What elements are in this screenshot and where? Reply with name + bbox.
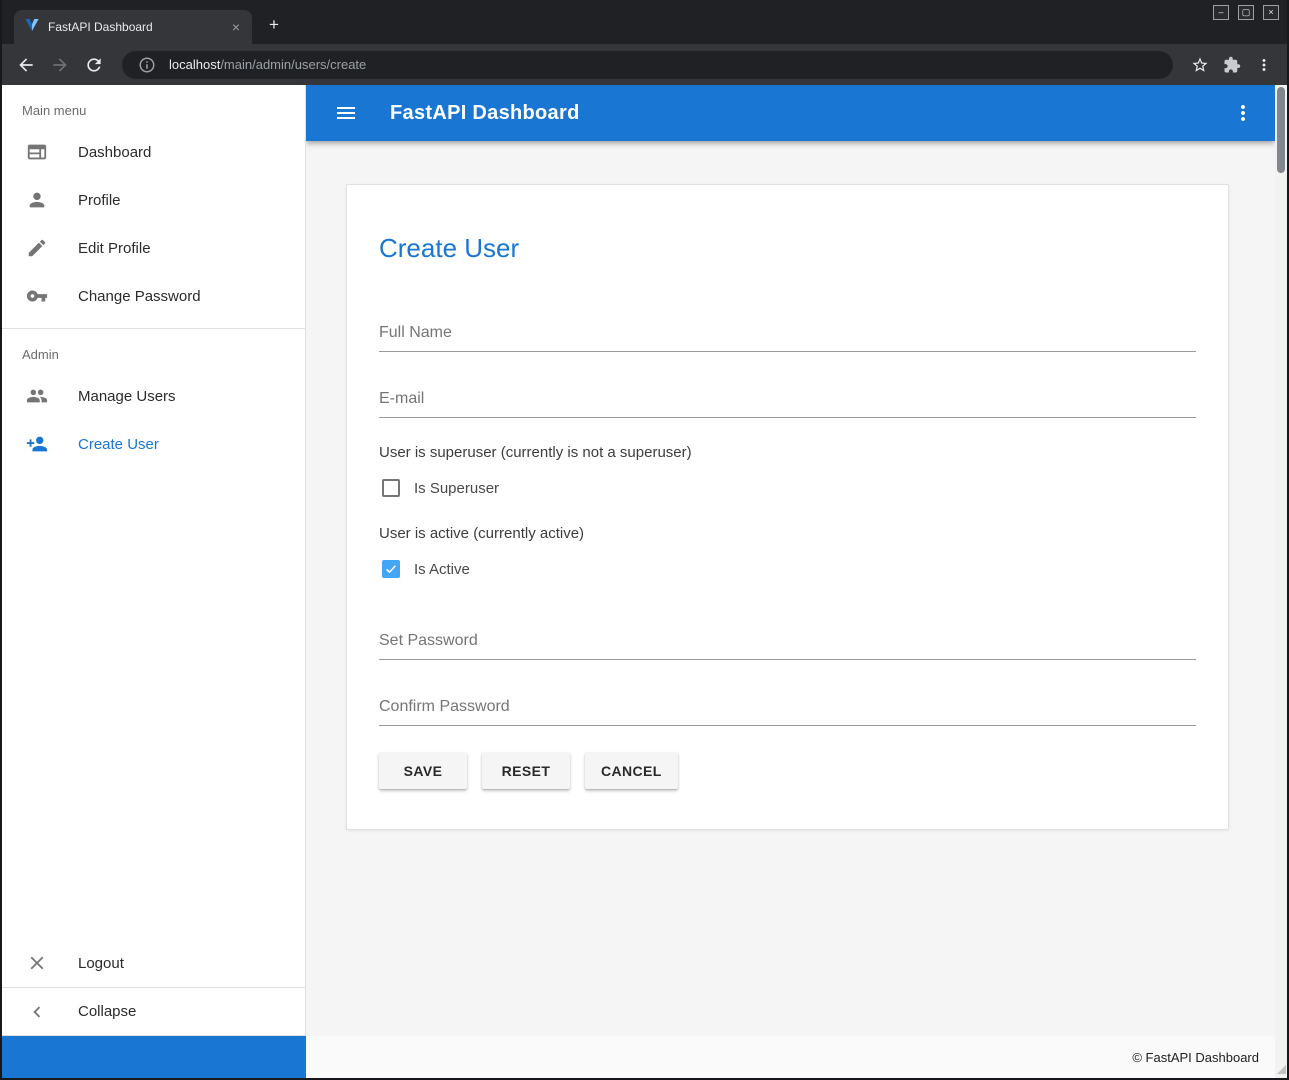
cancel-button[interactable]: CANCEL xyxy=(585,752,678,789)
app-viewport: © FastAPI Dashboard Main menu Dashboard … xyxy=(2,85,1287,1078)
footer-inner: © FastAPI Dashboard xyxy=(306,1036,1275,1078)
page-scrollbar[interactable] xyxy=(1275,85,1287,1078)
forward-button[interactable] xyxy=(46,51,74,79)
window-close-button[interactable]: × xyxy=(1263,5,1279,20)
sidebar: Main menu Dashboard Profile Edit Profile xyxy=(2,85,306,1036)
active-hint: User is active (currently active) xyxy=(379,525,1196,542)
page-info-icon[interactable] xyxy=(134,52,160,78)
sidebar-section-main-menu: Main menu xyxy=(2,85,305,128)
sidebar-item-label: Collapse xyxy=(78,1003,136,1020)
scrollbar-thumb[interactable] xyxy=(1277,87,1285,173)
window-maximize-button[interactable]: ▢ xyxy=(1238,5,1254,20)
url-path: /main/admin/users/create xyxy=(220,57,366,72)
pencil-icon xyxy=(26,237,48,259)
create-user-card: Create User User is superuser (currently… xyxy=(346,184,1229,830)
active-checkbox-row: Is Active xyxy=(382,560,1196,578)
hamburger-menu-icon[interactable] xyxy=(328,95,364,131)
app-bar: FastAPI Dashboard xyxy=(306,85,1275,141)
url-text: localhost/main/admin/users/create xyxy=(169,57,366,72)
bookmark-star-icon[interactable] xyxy=(1187,52,1213,78)
is-active-checkbox[interactable] xyxy=(382,560,400,578)
confirm-password-input[interactable] xyxy=(379,686,1196,726)
window-controls: – ▢ × xyxy=(1213,5,1279,20)
sidebar-item-dashboard[interactable]: Dashboard xyxy=(2,128,305,176)
app-footer: © FastAPI Dashboard xyxy=(2,1036,1287,1078)
email-input[interactable] xyxy=(379,378,1196,418)
footer-copyright: © FastAPI Dashboard xyxy=(1132,1050,1259,1065)
scroll-corner-grip xyxy=(1277,1065,1286,1074)
save-button[interactable]: SAVE xyxy=(379,752,467,789)
vuetify-favicon-icon xyxy=(24,17,40,38)
is-superuser-checkbox[interactable] xyxy=(382,479,400,497)
reload-button[interactable] xyxy=(80,51,108,79)
sidebar-item-manage-users[interactable]: Manage Users xyxy=(2,372,305,420)
is-superuser-label[interactable]: Is Superuser xyxy=(414,480,499,497)
sidebar-item-label: Logout xyxy=(78,955,124,972)
confirm-password-field-wrap xyxy=(379,686,1196,726)
chevron-left-icon xyxy=(26,1001,48,1023)
dashboard-icon xyxy=(26,141,48,163)
people-icon xyxy=(26,385,48,407)
sidebar-item-label: Dashboard xyxy=(78,144,151,161)
sidebar-item-label: Edit Profile xyxy=(78,240,151,257)
sidebar-item-change-password[interactable]: Change Password xyxy=(2,272,305,320)
sidebar-item-label: Manage Users xyxy=(78,388,176,405)
sidebar-collapse-button[interactable]: Collapse xyxy=(2,987,305,1035)
superuser-checkbox-row: Is Superuser xyxy=(382,479,1196,497)
sidebar-spacer xyxy=(2,468,305,939)
page-title: Create User xyxy=(379,233,1196,264)
browser-window: FastAPI Dashboard × + – ▢ × localhost/ma… xyxy=(0,0,1289,1080)
url-bar[interactable]: localhost/main/admin/users/create xyxy=(122,51,1173,79)
person-add-icon xyxy=(26,433,48,455)
sidebar-item-label: Change Password xyxy=(78,288,201,305)
email-field-wrap xyxy=(379,378,1196,418)
browser-toolbar: localhost/main/admin/users/create xyxy=(2,44,1287,85)
key-icon xyxy=(26,285,48,307)
set-password-input[interactable] xyxy=(379,620,1196,660)
tab-title: FastAPI Dashboard xyxy=(48,20,220,34)
set-password-field-wrap xyxy=(379,620,1196,660)
appbar-title: FastAPI Dashboard xyxy=(390,102,580,125)
full-name-field-wrap xyxy=(379,312,1196,352)
tab-close-icon[interactable]: × xyxy=(228,19,244,35)
browser-menu-kebab-icon[interactable] xyxy=(1251,52,1277,78)
main-area: FastAPI Dashboard Create User User is su… xyxy=(306,85,1275,1036)
appbar-kebab-icon[interactable] xyxy=(1225,95,1261,131)
sidebar-item-label: Create User xyxy=(78,436,159,453)
browser-tab[interactable]: FastAPI Dashboard × xyxy=(14,10,252,44)
back-button[interactable] xyxy=(12,51,40,79)
url-host: localhost xyxy=(169,57,220,72)
window-minimize-button[interactable]: – xyxy=(1213,5,1229,20)
is-active-label[interactable]: Is Active xyxy=(414,561,470,578)
reset-button[interactable]: RESET xyxy=(482,752,570,789)
person-icon xyxy=(26,189,48,211)
sidebar-section-admin: Admin xyxy=(2,329,305,372)
full-name-input[interactable] xyxy=(379,312,1196,352)
new-tab-button[interactable]: + xyxy=(262,13,286,37)
sidebar-item-create-user[interactable]: Create User xyxy=(2,420,305,468)
sidebar-item-label: Profile xyxy=(78,192,121,209)
close-icon xyxy=(26,952,48,974)
tab-strip: FastAPI Dashboard × + – ▢ × xyxy=(2,0,1287,44)
sidebar-item-profile[interactable]: Profile xyxy=(2,176,305,224)
form-buttons-row: SAVE RESET CANCEL xyxy=(379,752,1196,789)
extensions-icon[interactable] xyxy=(1219,52,1245,78)
checkmark-icon xyxy=(384,562,398,576)
sidebar-item-logout[interactable]: Logout xyxy=(2,939,305,987)
sidebar-item-edit-profile[interactable]: Edit Profile xyxy=(2,224,305,272)
superuser-hint: User is superuser (currently is not a su… xyxy=(379,444,1196,461)
page-content: Create User User is superuser (currently… xyxy=(306,141,1275,830)
